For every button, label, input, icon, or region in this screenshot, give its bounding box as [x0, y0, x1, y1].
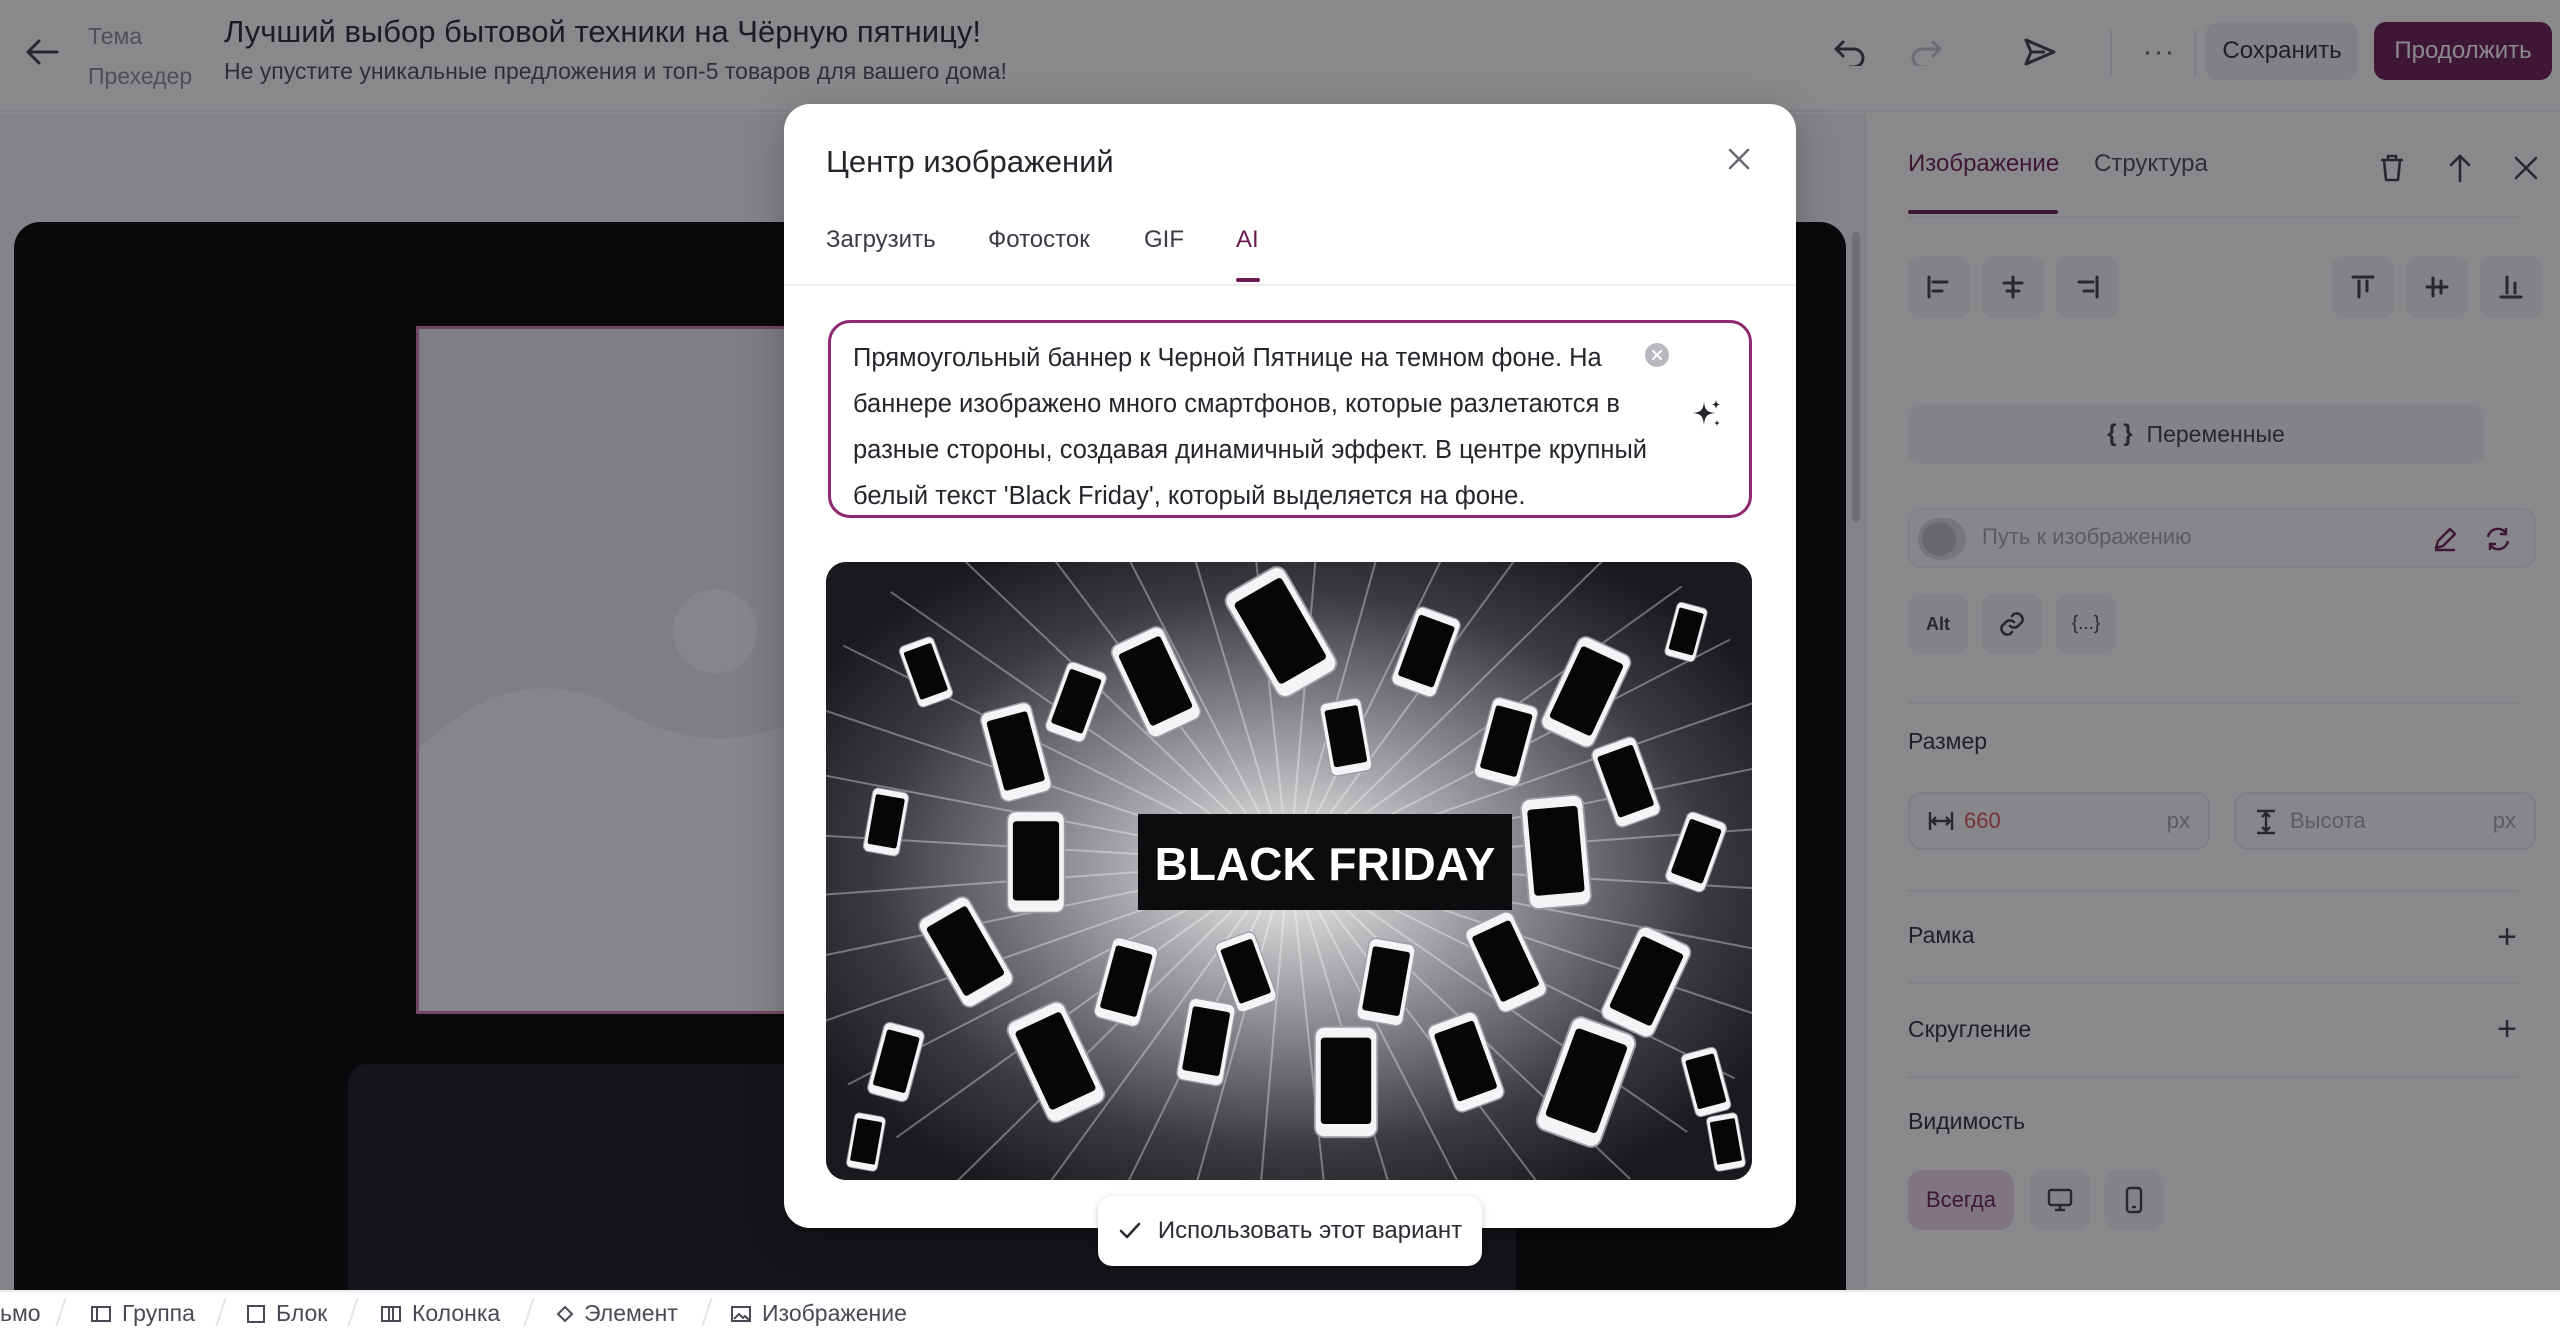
generated-image-caption: BLACK FRIDAY	[1155, 838, 1496, 890]
breadcrumb-separator	[215, 1298, 227, 1326]
generate-button[interactable]	[1687, 395, 1727, 435]
ai-prompt-text[interactable]: Прямоугольный баннер к Черной Пятнице на…	[853, 335, 1665, 519]
generated-image[interactable]: BLACK FRIDAY	[826, 562, 1752, 1180]
ai-prompt-input[interactable]: Прямоугольный баннер к Черной Пятнице на…	[828, 320, 1752, 518]
phone-shape	[1313, 1025, 1379, 1139]
breadcrumb-group[interactable]: Группа	[90, 1300, 195, 1327]
breadcrumb-column[interactable]: Колонка	[380, 1300, 500, 1327]
image-center-modal: Центр изображений Загрузить Фотосток GIF…	[784, 104, 1796, 1266]
breadcrumb-label: Изображение	[762, 1300, 907, 1326]
active-tab-indicator	[1236, 278, 1260, 282]
tab-photostock[interactable]: Фотосток	[988, 226, 1090, 254]
tab-upload[interactable]: Загрузить	[826, 226, 936, 254]
breadcrumb-separator	[523, 1298, 535, 1326]
breadcrumb-label: Группа	[122, 1300, 195, 1326]
breadcrumb-letter[interactable]: ьмо	[0, 1300, 41, 1327]
use-variant-button[interactable]: Использовать этот вариант	[1098, 1196, 1482, 1266]
check-icon	[1119, 1222, 1141, 1239]
use-variant-label: Использовать этот вариант	[1157, 1217, 1463, 1244]
tab-gif[interactable]: GIF	[1144, 226, 1184, 254]
image-icon	[731, 1305, 751, 1322]
clear-icon	[1652, 350, 1662, 360]
tab-ai[interactable]: AI	[1236, 226, 1259, 254]
element-icon	[556, 1305, 574, 1322]
breadcrumb-block[interactable]: Блок	[246, 1300, 327, 1327]
breadcrumb-label: Элемент	[584, 1300, 678, 1326]
breadcrumb-label: Колонка	[412, 1300, 501, 1326]
sparkle-icon	[1693, 400, 1720, 426]
modal-title: Центр изображений	[826, 144, 1114, 179]
breadcrumb-label: ьмо	[0, 1300, 41, 1326]
generated-image-art: BLACK FRIDAY	[826, 562, 1752, 1180]
breadcrumb: ьмо Группа Блок Колонка Элемент Изображе…	[0, 1290, 2560, 1332]
breadcrumb-separator	[347, 1298, 359, 1326]
divider	[784, 284, 1796, 286]
breadcrumb-label: Блок	[276, 1300, 328, 1326]
breadcrumb-element[interactable]: Элемент	[556, 1300, 678, 1327]
breadcrumb-separator	[701, 1298, 713, 1326]
group-icon	[91, 1305, 111, 1322]
phone-shape	[1006, 810, 1066, 914]
close-icon	[1728, 148, 1750, 170]
breadcrumb-image[interactable]: Изображение	[730, 1300, 907, 1327]
clear-prompt-button[interactable]	[1645, 343, 1669, 367]
block-icon	[247, 1304, 265, 1323]
column-icon	[381, 1305, 401, 1322]
breadcrumb-separator	[55, 1298, 67, 1326]
phone-shape	[1520, 794, 1592, 910]
modal-close-button[interactable]	[1718, 138, 1760, 180]
